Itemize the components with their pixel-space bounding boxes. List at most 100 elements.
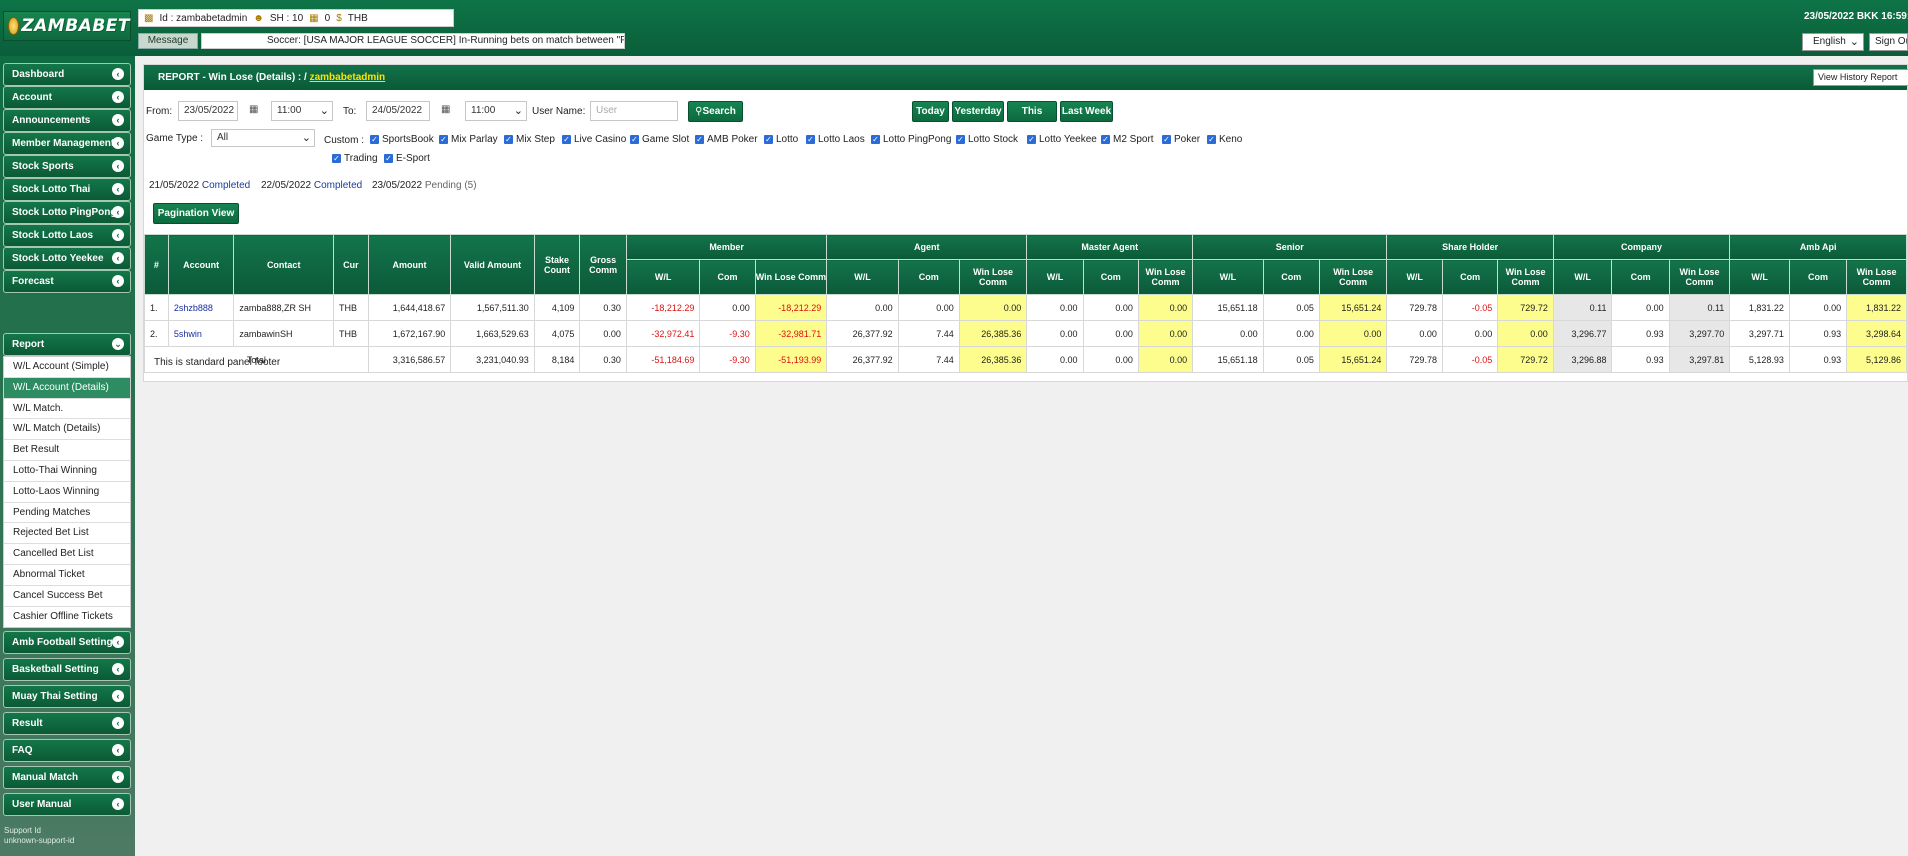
- sign-out-button[interactable]: Sign Out: [1869, 33, 1908, 51]
- sidebar-item-stock-lotto-thai[interactable]: Stock Lotto Thai ‹: [3, 178, 131, 201]
- view-history-report-button[interactable]: View History Report: [1813, 69, 1908, 86]
- sidebar-item-manual-match[interactable]: Manual Match ‹: [3, 766, 131, 789]
- checkbox-amb-poker[interactable]: ✓ AMB Poker: [695, 134, 758, 145]
- sidebar-item-amb-football-setting[interactable]: Amb Football Setting ‹: [3, 631, 131, 654]
- sidebar-item-label: Stock Lotto Laos: [12, 230, 94, 241]
- sidebar-item-report[interactable]: Report ⌄: [3, 333, 131, 356]
- checkbox-label: SportsBook: [382, 134, 434, 145]
- checkbox-lotto-pingpong[interactable]: ✓ Lotto PingPong: [871, 134, 951, 145]
- chevron-left-icon: ‹: [112, 798, 124, 810]
- gross-comm-cell: 0.00: [579, 320, 627, 347]
- calendar-icon[interactable]: ▦: [249, 104, 258, 115]
- username-input[interactable]: User: [590, 101, 678, 121]
- submenu-cancelled-bet-list[interactable]: Cancelled Bet List: [4, 544, 130, 565]
- check-icon: ✓: [1162, 135, 1171, 144]
- checkbox-lotto-yeekee[interactable]: ✓ Lotto Yeekee: [1027, 134, 1097, 145]
- checkbox-mix-parlay[interactable]: ✓ Mix Parlay: [439, 134, 498, 145]
- value-cell: 0.00: [1026, 294, 1084, 321]
- submenu-cashier-offline-tickets[interactable]: Cashier Offline Tickets: [4, 607, 130, 628]
- from-date-input[interactable]: 23/05/2022: [178, 101, 238, 121]
- sidebar-item-member-management[interactable]: Member Management ‹: [3, 132, 131, 155]
- pagination-view-button[interactable]: Pagination View: [153, 203, 239, 224]
- search-button[interactable]: ⚲Search: [688, 101, 743, 122]
- total-value-cell: 0.00: [1026, 346, 1084, 373]
- submenu-wl-match-details[interactable]: W/L Match (Details): [4, 419, 130, 441]
- submenu-wl-account-details[interactable]: W/L Account (Details): [4, 377, 130, 399]
- sidebar-item-label: Muay Thai Setting: [12, 691, 98, 702]
- checkbox-game-slot[interactable]: ✓ Game Slot: [630, 134, 689, 145]
- value-cell: 729.78: [1386, 294, 1443, 321]
- total-value-cell: 15,651.18: [1192, 346, 1264, 373]
- sidebar-item-label: Stock Sports: [12, 161, 74, 172]
- checkbox-lotto[interactable]: ✓ Lotto: [764, 134, 798, 145]
- checkbox-poker[interactable]: ✓ Poker: [1162, 134, 1200, 145]
- check-icon: ✓: [1207, 135, 1216, 144]
- submenu-rejected-bet-list[interactable]: Rejected Bet List: [4, 523, 130, 545]
- account-link[interactable]: 2shzb888: [174, 303, 213, 313]
- value-cell: 0.00: [1082, 320, 1139, 347]
- checkbox-live-casino[interactable]: ✓ Live Casino: [562, 134, 626, 145]
- game-type-select[interactable]: All ⌄: [211, 129, 315, 147]
- submenu-cancel-success-bet[interactable]: Cancel Success Bet: [4, 586, 130, 607]
- sidebar-item-stock-lotto-laos[interactable]: Stock Lotto Laos ‹: [3, 224, 131, 247]
- value-cell: 0.00: [1082, 294, 1139, 321]
- checkbox-m2-sport[interactable]: ✓ M2 Sport: [1101, 134, 1154, 145]
- server-datetime: 23/05/2022 BKK 16:59:: [1804, 11, 1908, 22]
- sidebar-item-account[interactable]: Account ‹: [3, 86, 131, 109]
- sidebar-item-label: FAQ: [12, 745, 33, 756]
- checkbox-sportsbook[interactable]: ✓ SportsBook: [370, 134, 434, 145]
- submenu-wl-match[interactable]: W/L Match.: [4, 399, 130, 420]
- last-week-button[interactable]: Last Week: [1060, 101, 1113, 122]
- yesterday-button[interactable]: Yesterday: [952, 101, 1004, 122]
- sub-header: W/L: [1386, 259, 1443, 295]
- submenu-bet-result[interactable]: Bet Result: [4, 440, 130, 461]
- calendar-icon[interactable]: ▦: [441, 104, 450, 115]
- zambabet-logo[interactable]: ZAMBABET: [3, 11, 131, 41]
- total-value-cell: 15,651.24: [1318, 346, 1388, 373]
- total-value-cell: 7.44: [897, 346, 960, 373]
- chevron-left-icon: ‹: [112, 91, 124, 103]
- submenu-abnormal-ticket[interactable]: Abnormal Ticket: [4, 565, 130, 586]
- account-link[interactable]: 5shwin: [174, 329, 202, 339]
- sidebar-item-basketball-setting[interactable]: Basketball Setting ‹: [3, 658, 131, 681]
- chevron-left-icon: ‹: [112, 744, 124, 756]
- to-date-input[interactable]: 24/05/2022: [366, 101, 430, 121]
- total-value-cell: 729.78: [1386, 346, 1443, 373]
- language-value: English: [1813, 36, 1846, 47]
- submenu-lotto-thai-winning[interactable]: Lotto-Thai Winning: [4, 461, 130, 482]
- sidebar-item-user-manual[interactable]: User Manual ‹: [3, 793, 131, 816]
- sidebar-item-result[interactable]: Result ‹: [3, 712, 131, 735]
- sidebar-item-dashboard[interactable]: Dashboard ‹: [3, 63, 131, 86]
- checkbox-keno[interactable]: ✓ Keno: [1207, 134, 1242, 145]
- submenu-wl-account-simple[interactable]: W/L Account (Simple): [4, 357, 130, 378]
- checkbox-mix-step[interactable]: ✓ Mix Step: [504, 134, 555, 145]
- checkbox-lotto-laos[interactable]: ✓ Lotto Laos: [806, 134, 865, 145]
- this-week-button[interactable]: This Week: [1007, 101, 1057, 136]
- from-time-select[interactable]: 11:00 ⌄: [271, 101, 333, 121]
- language-select[interactable]: English ⌄: [1802, 33, 1864, 51]
- sidebar-item-muay-thai-setting[interactable]: Muay Thai Setting ‹: [3, 685, 131, 708]
- value-cell: 0.93: [1611, 320, 1670, 347]
- checkbox-lotto-stock[interactable]: ✓ Lotto Stock: [956, 134, 1018, 145]
- sidebar-item-announcements[interactable]: Announcements ‹: [3, 109, 131, 132]
- submenu-lotto-laos-winning[interactable]: Lotto-Laos Winning: [4, 482, 130, 503]
- chevron-left-icon: ‹: [112, 717, 124, 729]
- sidebar-item-stock-lotto-yeekee[interactable]: Stock Lotto Yeekee ‹: [3, 247, 131, 270]
- value-cell: 0.00: [699, 294, 756, 321]
- sidebar-item-faq[interactable]: FAQ ‹: [3, 739, 131, 762]
- submenu-pending-matches[interactable]: Pending Matches: [4, 503, 130, 524]
- row-number: 1.: [144, 294, 169, 321]
- to-time-select[interactable]: 11:00 ⌄: [465, 101, 527, 121]
- value-cell: 0.00: [1137, 294, 1194, 321]
- logo-text: ZAMBABET: [21, 16, 130, 36]
- checkbox-e-sport[interactable]: ✓ E-Sport: [384, 153, 430, 164]
- sidebar-item-stock-sports[interactable]: Stock Sports ‹: [3, 155, 131, 178]
- checkbox-trading[interactable]: ✓ Trading: [332, 153, 378, 164]
- sub-header: Com: [699, 259, 756, 295]
- sidebar-item-label: Basketball Setting: [12, 664, 99, 675]
- title-user-link[interactable]: zambabetadmin: [310, 72, 386, 83]
- today-button[interactable]: Today: [912, 101, 949, 122]
- sidebar-item-forecast[interactable]: Forecast ‹: [3, 270, 131, 293]
- sidebar-item-stock-lotto-pingpong[interactable]: Stock Lotto PingPong ‹: [3, 201, 131, 224]
- dollar-icon: $: [336, 12, 342, 24]
